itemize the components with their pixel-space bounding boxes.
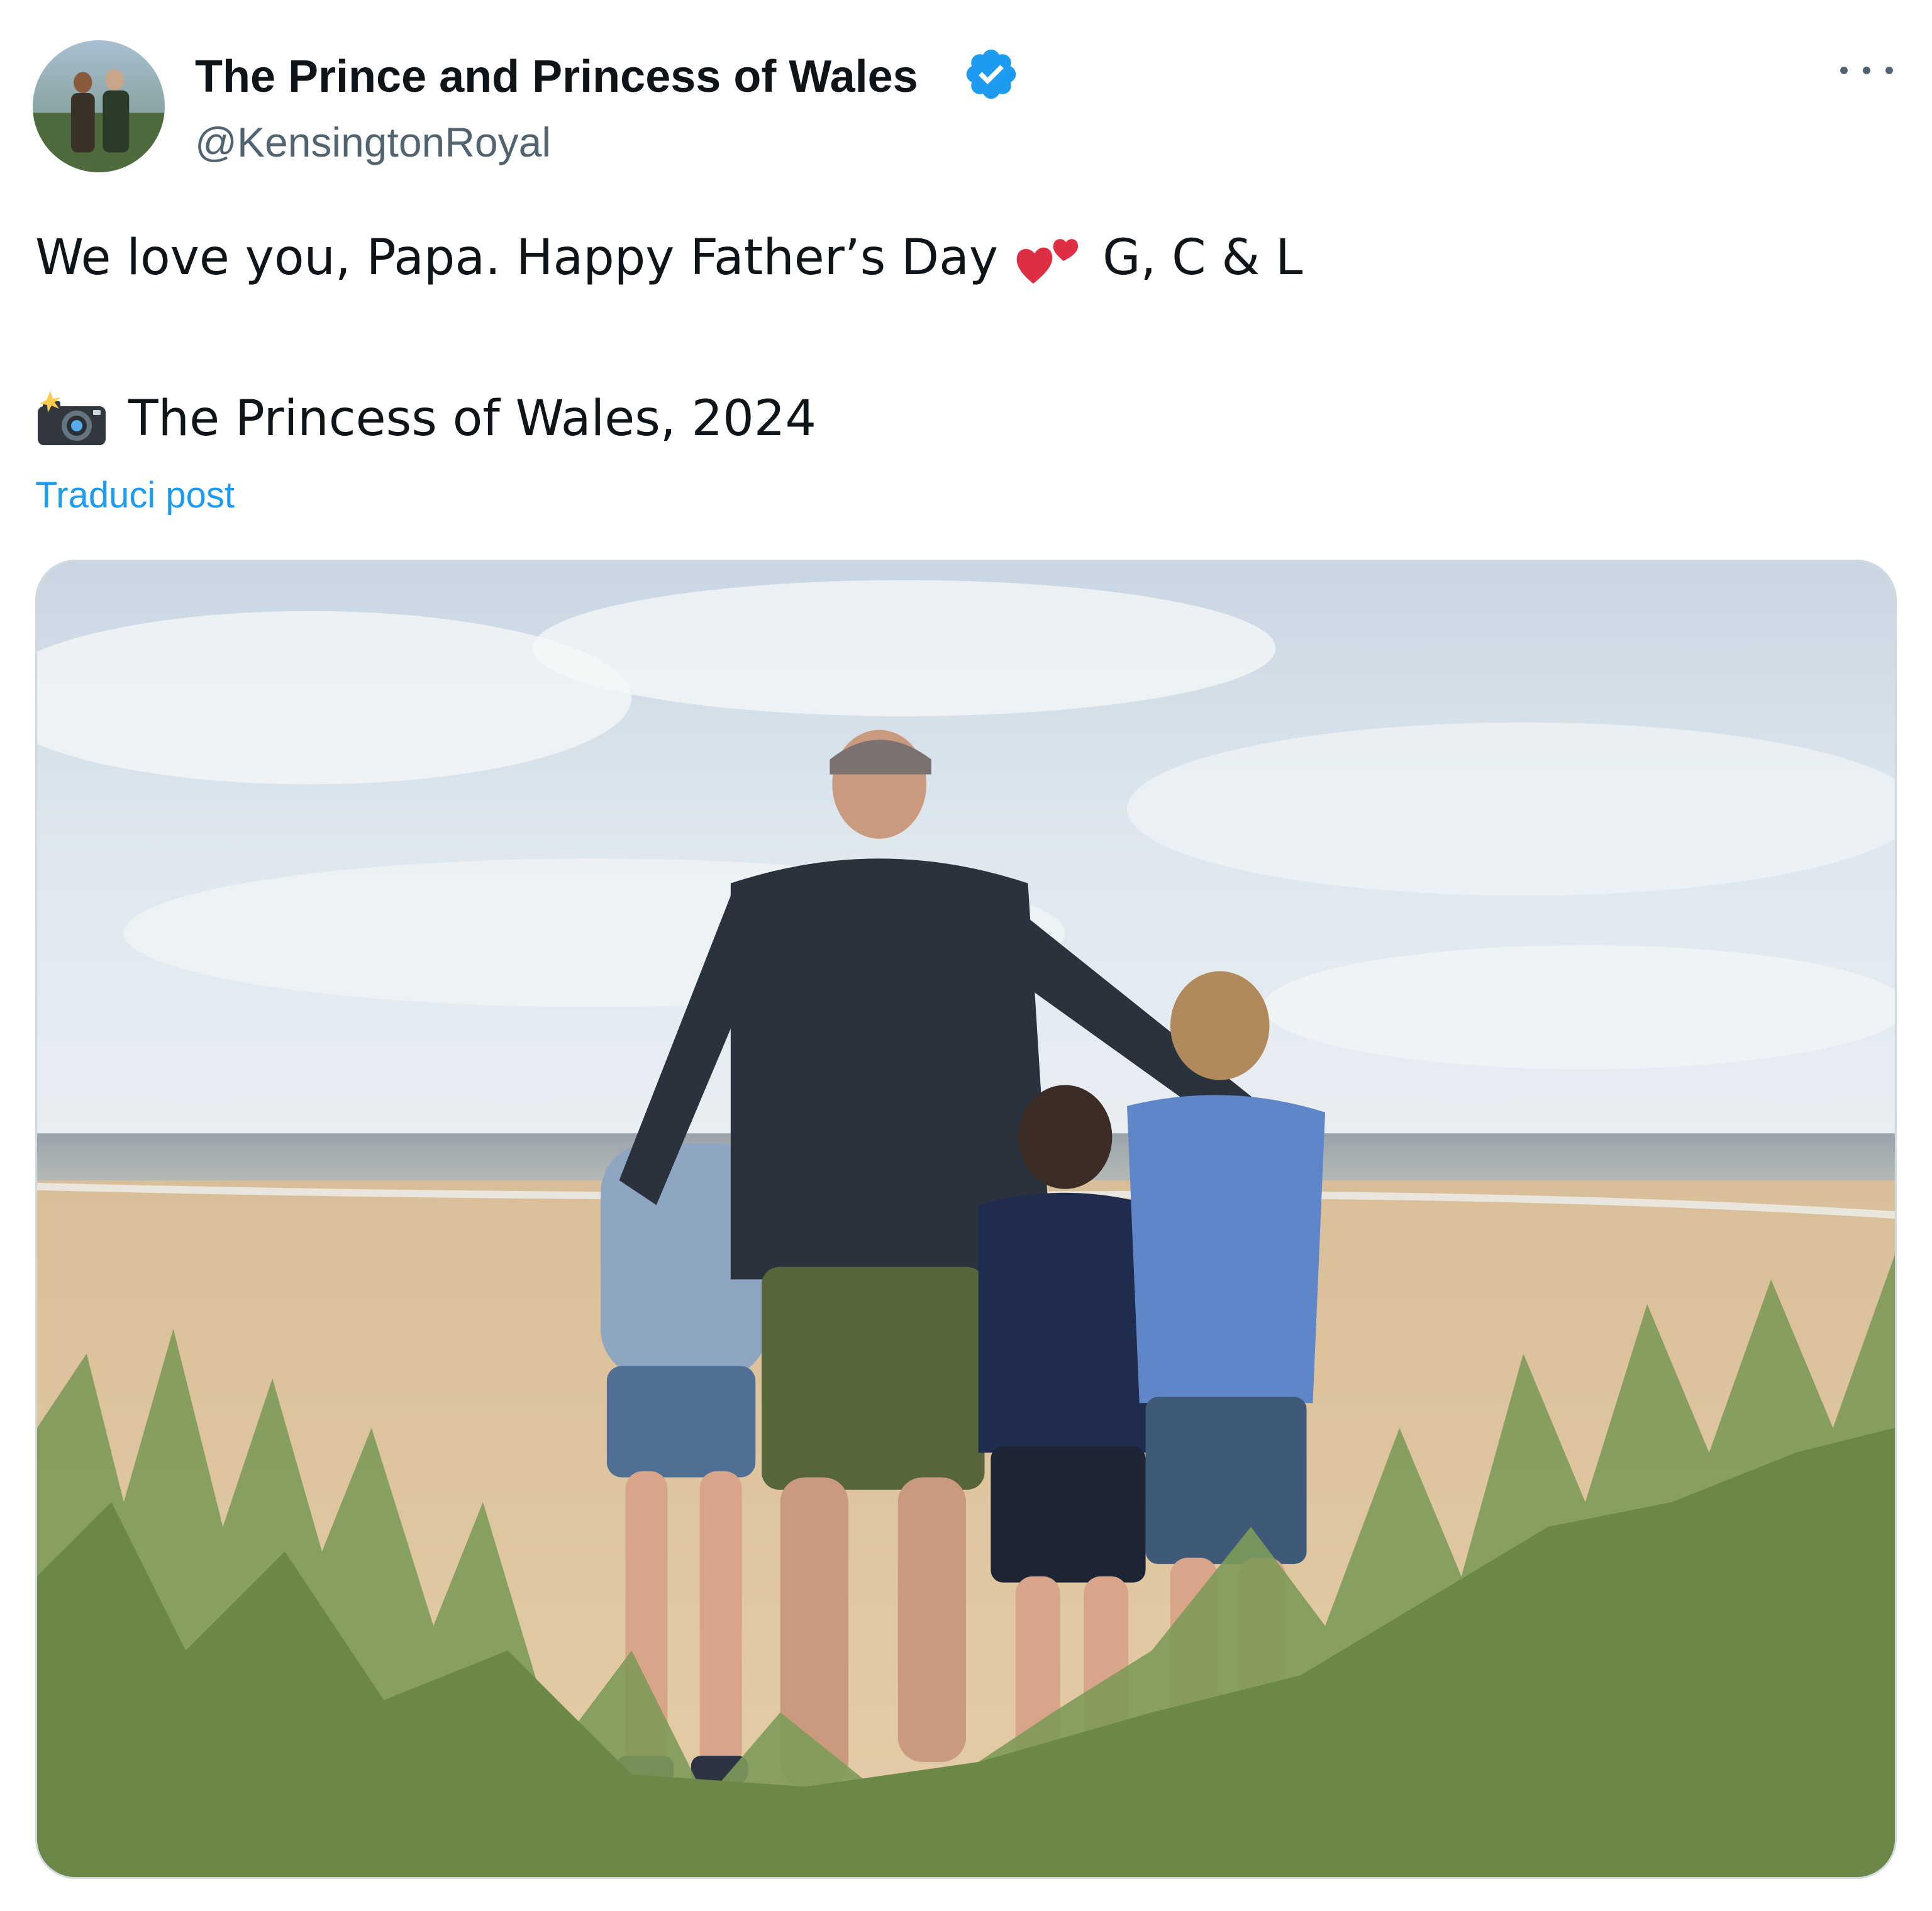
author-name[interactable]: The Prince and Princess of Wales: [195, 50, 918, 103]
author-handle[interactable]: @KensingtonRoyal: [195, 117, 551, 167]
two-hearts-icon: [1016, 239, 1079, 284]
tweet-post: The Prince and Princess of Wales @Kensin…: [0, 0, 1932, 1911]
photo-credit: The Princess of Wales, 2024: [128, 391, 816, 447]
translate-post-link[interactable]: Traduci post: [35, 473, 235, 518]
camera-with-flash-icon: [38, 391, 106, 445]
tweet-text-line-2: The Princess of Wales, 2024: [35, 387, 816, 450]
avatar-photo: [33, 40, 165, 172]
post-photo[interactable]: [35, 560, 1897, 1879]
profile-avatar[interactable]: [33, 40, 165, 172]
tweet-signoff: G, C & L: [1102, 230, 1303, 286]
tweet-text-line-1: We love you, Papa. Happy Father’s Day G,…: [35, 226, 1302, 289]
tweet-message: We love you, Papa. Happy Father’s Day: [35, 230, 999, 286]
family-beach-photo: [37, 562, 1895, 1877]
verified-badge-icon: [966, 49, 1016, 99]
more-options-icon[interactable]: [1835, 50, 1898, 88]
